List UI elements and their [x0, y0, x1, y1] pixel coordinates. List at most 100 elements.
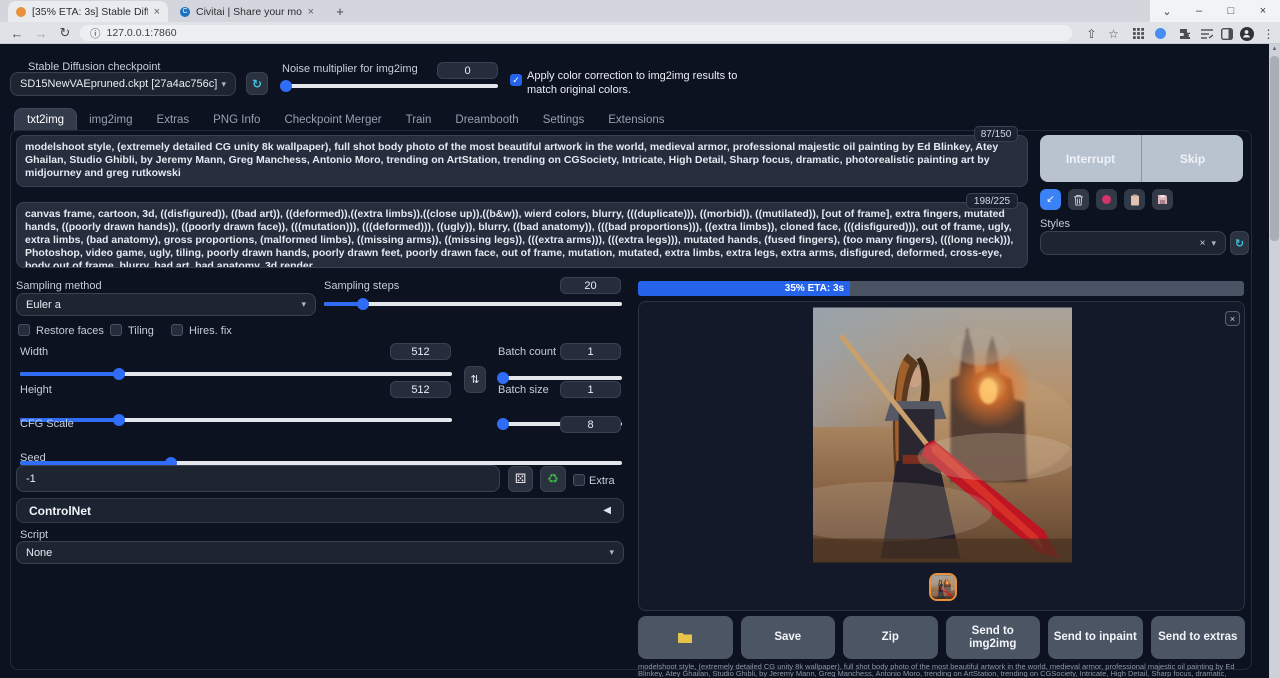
- checkpoint-refresh-button[interactable]: ↻: [246, 72, 268, 95]
- tab-search-chevron-icon[interactable]: ⌄: [1152, 0, 1182, 22]
- share-icon[interactable]: ⇧: [1083, 25, 1100, 42]
- slider-knob[interactable]: [113, 368, 125, 380]
- slider-knob[interactable]: [497, 372, 509, 384]
- sampling-steps-value[interactable]: 20: [560, 277, 621, 294]
- new-tab-button[interactable]: +: [332, 3, 348, 19]
- tiling-label: Tiling: [128, 325, 154, 337]
- slider-knob[interactable]: [113, 414, 125, 426]
- window-minimize-button[interactable]: –: [1184, 0, 1214, 22]
- height-label: Height: [20, 384, 52, 396]
- styles-refresh-button[interactable]: ↻: [1230, 231, 1249, 255]
- page-scrollbar[interactable]: ▲: [1269, 44, 1280, 678]
- width-slider[interactable]: [20, 372, 452, 376]
- batch-count-value[interactable]: 1: [560, 343, 621, 360]
- tab-close-icon[interactable]: ×: [154, 6, 160, 18]
- generated-image[interactable]: [813, 307, 1072, 563]
- sampling-method-dropdown[interactable]: Euler a ▾: [16, 293, 316, 316]
- negative-prompt-textarea[interactable]: canvas frame, cartoon, 3d, ((disfigured)…: [16, 202, 1028, 268]
- paste-generation-params-button[interactable]: ↙: [1040, 189, 1061, 210]
- color-correction-checkbox[interactable]: ✓: [510, 74, 522, 86]
- chevron-down-icon: ▾: [609, 547, 614, 558]
- zip-button[interactable]: Zip: [843, 616, 938, 659]
- controlnet-accordion[interactable]: ControlNet ◀: [16, 498, 624, 523]
- browser-tab-civitai[interactable]: C Civitai | Share your models ×: [172, 1, 322, 22]
- save-button[interactable]: Save: [741, 616, 836, 659]
- clipboard-icon: [1130, 194, 1140, 206]
- skip-button[interactable]: Skip: [1142, 135, 1243, 182]
- side-panel-icon[interactable]: [1218, 25, 1235, 42]
- bookmark-star-icon[interactable]: ☆: [1105, 25, 1122, 42]
- tab-title: Civitai | Share your models: [196, 6, 302, 18]
- apply-style-button[interactable]: [1124, 189, 1145, 210]
- script-dropdown[interactable]: None ▾: [16, 541, 624, 564]
- styles-palette-button[interactable]: [1096, 189, 1117, 210]
- styles-dropdown[interactable]: × ▾: [1040, 231, 1226, 255]
- site-info-icon[interactable]: ⓘ: [90, 26, 101, 41]
- tab-extensions[interactable]: Extensions: [596, 109, 676, 131]
- slider-knob[interactable]: [357, 298, 369, 310]
- gallery-close-button[interactable]: ×: [1225, 311, 1240, 326]
- height-value[interactable]: 512: [390, 381, 451, 398]
- prompt-textarea[interactable]: modelshoot style, (extremely detailed CG…: [16, 135, 1028, 187]
- tab-checkpoint-merger[interactable]: Checkpoint Merger: [272, 109, 393, 131]
- slider-knob[interactable]: [280, 80, 292, 92]
- seed-input[interactable]: -1: [16, 465, 500, 492]
- window-close-button[interactable]: ×: [1248, 0, 1278, 22]
- tab-close-icon[interactable]: ×: [308, 6, 314, 18]
- profile-avatar[interactable]: [1238, 25, 1255, 42]
- checkpoint-dropdown[interactable]: SD15NewVAEpruned.ckpt [27a4ac756c] ▾: [10, 72, 236, 96]
- sampling-steps-slider[interactable]: [324, 302, 622, 306]
- save-style-button[interactable]: [1152, 189, 1173, 210]
- batch-size-value[interactable]: 1: [560, 381, 621, 398]
- back-icon[interactable]: ←: [8, 24, 26, 42]
- negative-token-counter: 198/225: [966, 193, 1018, 209]
- forward-icon[interactable]: →: [32, 24, 50, 42]
- prompt-tool-row: ↙: [1040, 189, 1173, 210]
- height-slider[interactable]: [20, 418, 452, 422]
- send-to-inpaint-button[interactable]: Send to inpaint: [1048, 616, 1143, 659]
- tab-png-info[interactable]: PNG Info: [201, 109, 272, 131]
- reuse-seed-button[interactable]: ♻: [540, 466, 566, 492]
- tiling-checkbox[interactable]: [110, 324, 122, 336]
- clear-styles-icon[interactable]: ×: [1200, 238, 1206, 249]
- interrupt-button[interactable]: Interrupt: [1040, 135, 1141, 182]
- tab-txt2img[interactable]: txt2img: [14, 108, 77, 131]
- extensions-puzzle-icon[interactable]: [1176, 25, 1193, 42]
- reload-icon[interactable]: ↻: [56, 24, 74, 42]
- chevron-down-icon: ▾: [1211, 238, 1216, 249]
- tab-dreambooth[interactable]: Dreambooth: [443, 109, 530, 131]
- noise-multiplier-value[interactable]: 0: [437, 62, 498, 79]
- swap-dimensions-button[interactable]: ⇅: [464, 366, 486, 393]
- scroll-up-icon[interactable]: ▲: [1269, 44, 1280, 54]
- sampling-steps-label: Sampling steps: [324, 280, 399, 292]
- paste-arrow-icon: ↙: [1046, 194, 1054, 205]
- random-seed-button[interactable]: ⚄: [508, 466, 533, 492]
- batch-count-slider[interactable]: [498, 376, 622, 380]
- cfg-scale-value[interactable]: 8: [560, 416, 621, 433]
- send-to-extras-button[interactable]: Send to extras: [1151, 616, 1246, 659]
- kebab-menu-icon[interactable]: ⋮: [1260, 25, 1277, 42]
- tab-img2img[interactable]: img2img: [77, 109, 144, 131]
- tab-train[interactable]: Train: [394, 109, 444, 131]
- width-value[interactable]: 512: [390, 343, 451, 360]
- tab-extras[interactable]: Extras: [145, 109, 202, 131]
- clear-prompt-button[interactable]: [1068, 189, 1089, 210]
- dice-icon: ⚄: [515, 471, 526, 487]
- hires-fix-label: Hires. fix: [189, 325, 232, 337]
- noise-multiplier-slider[interactable]: [282, 84, 498, 88]
- extra-seed-checkbox[interactable]: [573, 474, 585, 486]
- url-bar[interactable]: ⓘ 127.0.0.1:7860: [80, 25, 1072, 41]
- open-folder-button[interactable]: [638, 616, 733, 659]
- tab-settings[interactable]: Settings: [531, 109, 597, 131]
- restore-faces-checkbox[interactable]: [18, 324, 30, 336]
- browser-tab-stable-diffusion[interactable]: [35% ETA: 3s] Stable Diffusion ×: [8, 1, 168, 22]
- window-maximize-button[interactable]: □: [1216, 0, 1246, 22]
- apps-grid-icon[interactable]: [1130, 25, 1147, 42]
- hires-fix-checkbox[interactable]: [171, 324, 183, 336]
- send-to-img2img-button[interactable]: Send to img2img: [946, 616, 1041, 659]
- playlist-icon[interactable]: [1198, 25, 1215, 42]
- slider-knob[interactable]: [497, 418, 509, 430]
- scrollbar-thumb[interactable]: [1270, 56, 1279, 241]
- gallery-thumbnail[interactable]: [929, 573, 957, 601]
- extension-blue-icon[interactable]: [1152, 25, 1169, 42]
